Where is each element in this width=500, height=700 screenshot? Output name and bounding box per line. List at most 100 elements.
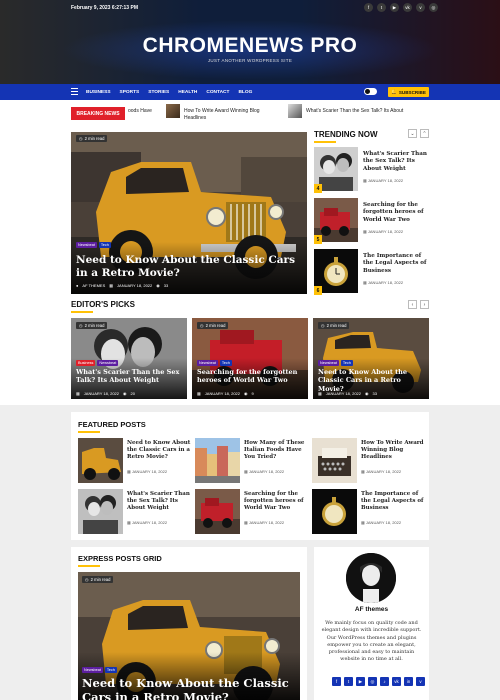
trending-item[interactable]: 5 Searching for the forgotten heroes of … [314, 198, 432, 244]
calendar-icon: ▦ [109, 283, 114, 288]
trending-heading: TRENDING NOW [314, 130, 378, 139]
menu-hamburger-icon[interactable] [71, 88, 78, 95]
tiktok-icon[interactable]: ♪ [380, 677, 389, 686]
featured-title[interactable]: What's Scarier Than the Sex Talk? Its Ab… [127, 491, 195, 513]
featured-title[interactable]: How To Write Award Winning Blog Headline… [361, 440, 429, 462]
nav-item-sports[interactable]: SPORTS [120, 90, 140, 95]
breaking-news-item[interactable]: What's Scarier Than the Sex Talk? Its Ab… [306, 108, 406, 115]
category-tag[interactable]: Newsbeat [197, 360, 218, 366]
editors-pick-card[interactable]: ◷ 2 min read Business Newsbeat What's Sca… [71, 318, 187, 399]
category-tag[interactable]: Tech [98, 242, 111, 248]
trending-title[interactable]: Searching for the forgotten heroes of Wo… [363, 202, 431, 224]
featured-title[interactable]: The Importance of the Legal Aspects of B… [361, 491, 429, 513]
trending-title[interactable]: The Importance of the Legal Aspects of B… [363, 253, 431, 275]
breaking-news-item[interactable]: How To Write Award Winning Blog Headline… [184, 108, 274, 122]
featured-post[interactable]: Searching for the forgotten heroes of Wo… [195, 489, 310, 534]
express-post-title[interactable]: Need to Know About the Classic Cars in a… [82, 676, 297, 700]
eye-icon: ◉ [244, 391, 248, 396]
category-tag[interactable]: Newsbeat [97, 360, 119, 366]
nav-item-stories[interactable]: STORIES [148, 90, 169, 95]
category-tag[interactable]: Newsbeat [76, 242, 97, 248]
editors-pick-card[interactable]: ◷ 2 min read Newsbeat Tech Need to Know A… [313, 318, 429, 399]
nav-item-business[interactable]: BUSINESS [86, 90, 111, 95]
read-time-badge: ◷ 2 min read [82, 576, 114, 583]
category-tag[interactable]: Business [76, 360, 96, 366]
category-tag[interactable]: Newsbeat [82, 667, 103, 673]
featured-title[interactable]: Need to Know About the Classic Cars in a… [127, 440, 195, 462]
instagram-icon[interactable]: ◎ [368, 677, 377, 686]
card-categories: Business Newsbeat [76, 360, 119, 366]
dark-mode-toggle[interactable] [364, 88, 377, 95]
linkedin-icon[interactable]: in [404, 677, 413, 686]
twitter-icon[interactable]: t [377, 3, 386, 12]
featured-post[interactable]: How To Write Award Winning Blog Headline… [312, 438, 427, 483]
featured-post[interactable]: Need to Know About the Classic Cars in a… [78, 438, 193, 483]
featured-post[interactable]: What's Scarier Than the Sex Talk? Its Ab… [78, 489, 193, 534]
instagram-icon[interactable]: ◎ [429, 3, 438, 12]
editors-pick-title[interactable]: What's Scarier Than the Sex Talk? Its Ab… [76, 368, 184, 385]
editors-pick-card[interactable]: ◷ 2 min read Newsbeat Tech Searching for … [192, 318, 308, 399]
featured-thumbnail[interactable] [312, 438, 357, 483]
facebook-icon[interactable]: f [364, 3, 373, 12]
vk-icon[interactable]: vk [392, 677, 401, 686]
category-tag[interactable]: Tech [219, 360, 232, 366]
facebook-icon[interactable]: f [332, 677, 341, 686]
eye-icon: ◉ [156, 283, 160, 288]
chevron-right-icon[interactable]: › [420, 300, 429, 309]
chevron-down-icon[interactable]: ⌄ [408, 129, 417, 138]
heading-underline [78, 565, 100, 567]
read-time-badge: ◷ 2 min read [318, 322, 350, 329]
express-categories: Newsbeat Tech [82, 667, 117, 673]
twitter-icon[interactable]: t [344, 677, 353, 686]
featured-title[interactable]: How Many of These Italian Foods Have You… [244, 440, 312, 462]
breaking-news-item[interactable]: oods Have [128, 108, 154, 115]
clock-icon: ◷ [85, 577, 89, 582]
pocket-watch-photo [312, 489, 357, 534]
trending-rank: 4 [314, 184, 322, 193]
chevron-left-icon[interactable]: ‹ [408, 300, 417, 309]
featured-title[interactable]: Searching for the forgotten heroes of Wo… [244, 491, 312, 513]
trending-title[interactable]: What's Scarier Than the Sex Talk? Its Ab… [363, 151, 431, 173]
hero-views: 33 [163, 283, 169, 288]
site-logo[interactable]: CHROMENEWS PRO [0, 34, 500, 58]
nav-item-contact[interactable]: CONTACT [206, 90, 229, 95]
clock-icon: ◷ [79, 323, 83, 328]
editors-pick-title[interactable]: Need to Know About the Classic Cars in a… [318, 368, 426, 393]
heading-underline [78, 431, 100, 433]
subscribe-button[interactable]: 🔔 SUBSCRIBE [388, 87, 429, 97]
editors-pick-title[interactable]: Searching for the forgotten heroes of Wo… [197, 368, 305, 385]
breaking-news-thumbnail[interactable] [166, 104, 180, 118]
hero-title[interactable]: Need to Know About the Classic Cars in a… [76, 254, 306, 280]
featured-post[interactable]: The Importance of the Legal Aspects of B… [312, 489, 427, 534]
youtube-icon[interactable]: ▶ [356, 677, 365, 686]
featured-thumbnail[interactable] [78, 489, 123, 534]
hero-author[interactable]: AF THEMES [82, 283, 105, 288]
category-tag[interactable]: Tech [340, 360, 353, 366]
clock-icon: ◷ [79, 136, 83, 141]
editors-picks-heading: EDITOR'S PICKS [71, 300, 135, 309]
featured-post[interactable]: How Many of These Italian Foods Have You… [195, 438, 310, 483]
vimeo-icon[interactable]: v [416, 677, 425, 686]
featured-thumbnail[interactable] [195, 489, 240, 534]
chevron-up-icon[interactable]: ⌃ [420, 129, 429, 138]
trending-item[interactable]: 4 What's Scarier Than the Sex Talk? Its … [314, 147, 432, 193]
featured-thumbnail[interactable] [312, 489, 357, 534]
trending-date: ▦ JANUARY 18, 2022 [363, 229, 404, 234]
nav-item-health[interactable]: HEALTH [178, 90, 197, 95]
vk-icon[interactable]: vk [403, 3, 412, 12]
nav-item-blog[interactable]: BLOG [238, 90, 252, 95]
breaking-news-thumbnail[interactable] [288, 104, 302, 118]
vimeo-icon[interactable]: v [416, 3, 425, 12]
trending-arrows: ⌄ ⌃ [408, 129, 429, 138]
category-tag[interactable]: Newsbeat [318, 360, 339, 366]
author-name: AF themes [354, 606, 389, 613]
featured-date: ▦ JANUARY 18, 2022 [127, 520, 168, 525]
featured-date: ▦ JANUARY 18, 2022 [361, 520, 402, 525]
featured-thumbnail[interactable] [78, 438, 123, 483]
avatar [346, 553, 396, 603]
couple-photo [71, 318, 187, 399]
category-tag[interactable]: Tech [104, 667, 117, 673]
youtube-icon[interactable]: ▶ [390, 3, 399, 12]
featured-thumbnail[interactable] [195, 438, 240, 483]
trending-item[interactable]: 6 The Importance of the Legal Aspects of… [314, 249, 432, 295]
